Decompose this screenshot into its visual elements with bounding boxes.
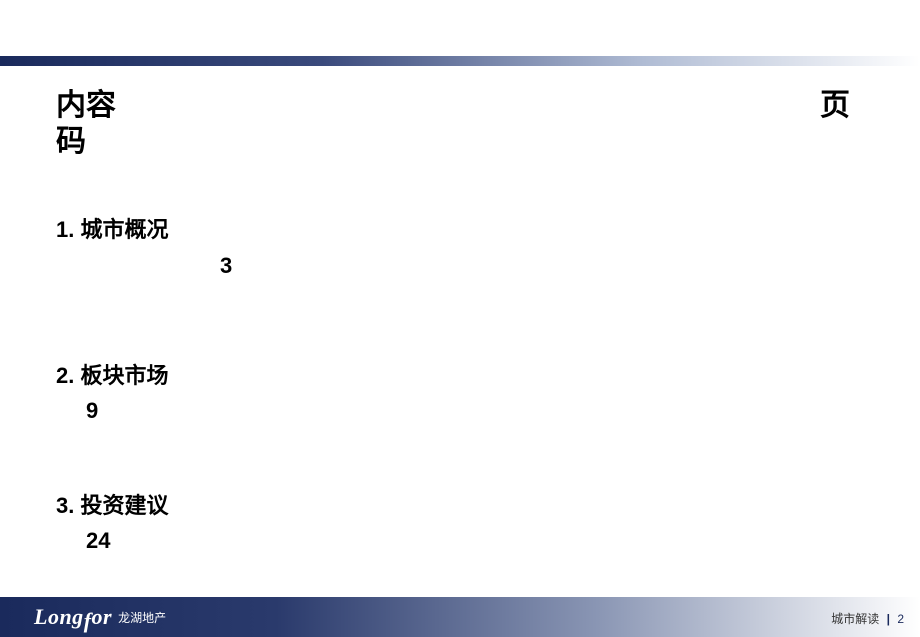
top-gradient-bar [0, 56, 920, 66]
header-page-label-line1: 页 [820, 80, 850, 124]
footer-page-number: 2 [897, 612, 904, 626]
toc-item-2-page: 9 [86, 398, 98, 424]
footer-doc-title: 城市解读 [831, 612, 879, 626]
slide-container: 内容 页 码 1. 城市概况 3 2. 板块市场 9 3. 投资建议 24 Lo… [0, 0, 920, 637]
toc-item-2-title: 2. 板块市场 [56, 358, 168, 390]
logo-text: Longfor [34, 604, 112, 630]
logo-subtitle: 龙湖地产 [118, 609, 166, 626]
toc-item-3-page: 24 [86, 528, 110, 554]
footer-bar: Longfor 龙湖地产 城市解读 | 2 [0, 597, 920, 637]
footer-separator: | [887, 612, 890, 626]
toc-item-1-page: 3 [220, 253, 232, 279]
toc-item-3-title: 3. 投资建议 [56, 488, 168, 520]
footer-right: 城市解读 | 2 [831, 610, 904, 627]
header-page-label-line2: 码 [56, 116, 86, 160]
toc-item-1-title: 1. 城市概况 [56, 212, 168, 244]
